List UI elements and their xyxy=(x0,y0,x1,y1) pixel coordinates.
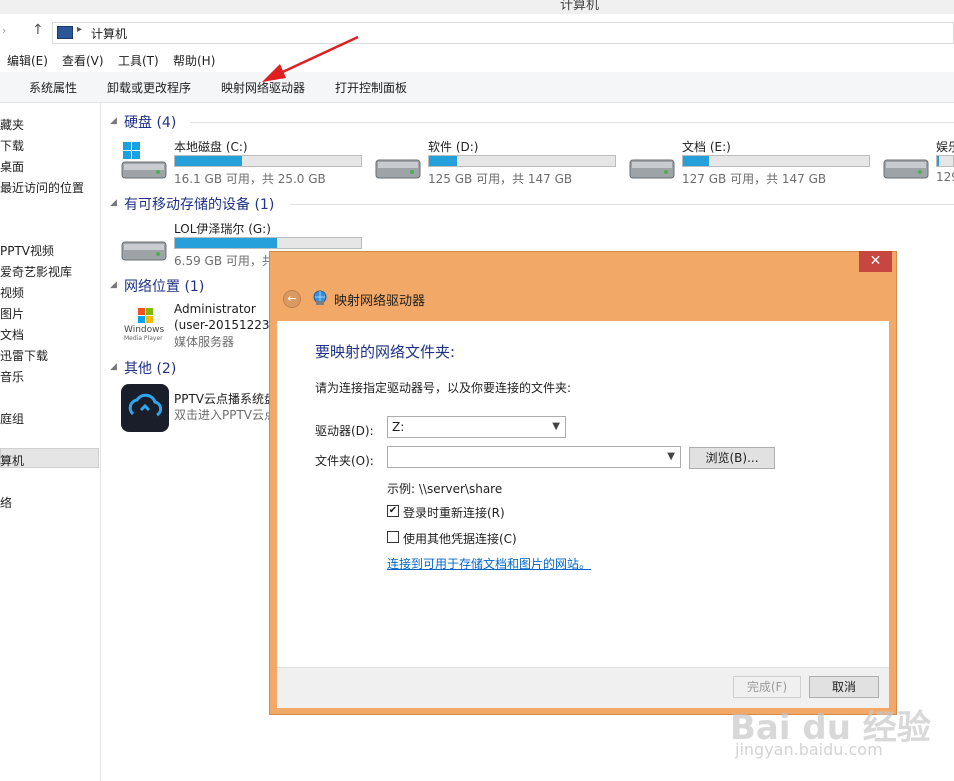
removable-free-space: 6.59 GB 可用，共 xyxy=(174,254,274,268)
folder-input[interactable]: ▼ xyxy=(387,446,681,468)
nav-recent-places[interactable]: 最近访问的位置 xyxy=(0,179,84,196)
group-header-other[interactable]: 其他 (2) xyxy=(124,358,176,378)
breadcrumb-chevron-icon[interactable]: ▸ xyxy=(77,24,82,35)
nav-videos[interactable]: 视频 xyxy=(0,284,24,301)
drive-f-name[interactable]: 娱乐 xyxy=(936,138,954,155)
drive-letter-select[interactable]: Z: ▼ xyxy=(387,416,566,438)
annotation-arrow-icon xyxy=(262,35,359,82)
nav-iqiyi-library[interactable]: 爱奇艺影视库 xyxy=(0,263,72,280)
group-divider xyxy=(190,122,954,123)
other-credentials-label[interactable]: 使用其他凭据连接(C) xyxy=(403,530,517,547)
drive-e-usage-bar xyxy=(682,155,870,167)
pptv-drive-name[interactable]: PPTV云点播系统盘 xyxy=(174,390,276,407)
window-titlebar: 计算机 xyxy=(0,0,954,14)
group-header-network[interactable]: 网络位置 (1) xyxy=(124,276,204,296)
browse-button[interactable]: 浏览(B)... xyxy=(689,447,775,469)
drive-e-free-space: 127 GB 可用，共 147 GB xyxy=(682,172,827,186)
forward-icon[interactable]: › xyxy=(2,24,6,37)
network-drive-icon xyxy=(312,290,328,306)
wmp-logo-text: Windows xyxy=(124,325,165,335)
back-arrow-icon[interactable]: ← xyxy=(283,290,301,308)
drive-c-name[interactable]: 本地磁盘 (C:) xyxy=(174,138,248,155)
removable-usage-bar xyxy=(174,237,362,249)
nav-pptv-video[interactable]: PPTV视频 xyxy=(0,242,54,259)
usb-drive-icon xyxy=(120,232,170,264)
address-bar[interactable]: ▸ 计算机 xyxy=(52,22,954,44)
pptv-cloud-icon xyxy=(121,384,169,432)
windows-media-player-icon: Windows Media Player xyxy=(124,306,168,342)
menu-help[interactable]: 帮助(H) xyxy=(173,52,215,69)
other-credentials-checkbox[interactable] xyxy=(387,531,399,543)
drive-d-name[interactable]: 软件 (D:) xyxy=(428,138,478,155)
chevron-down-icon: ▼ xyxy=(552,421,560,432)
cancel-button[interactable]: 取消 xyxy=(809,676,879,698)
group-collapse-icon[interactable]: ◢ xyxy=(110,116,117,126)
finish-button[interactable]: 完成(F) xyxy=(733,676,801,698)
uninstall-program-button[interactable]: 卸载或更改程序 xyxy=(107,79,191,96)
nav-downloads[interactable]: 下载 xyxy=(0,137,24,154)
nav-xunlei-downloads[interactable]: 迅雷下载 xyxy=(0,347,48,364)
nav-homegroup[interactable]: 庭组 xyxy=(0,410,24,427)
dialog-instruction: 请为连接指定驱动器号，以及你要连接的文件夹: xyxy=(315,381,572,395)
dialog-heading: 要映射的网络文件夹: xyxy=(315,343,456,361)
drive-letter-label: 驱动器(D): xyxy=(315,424,374,438)
folder-label: 文件夹(O): xyxy=(315,454,374,468)
nav-desktop[interactable]: 桌面 xyxy=(0,158,24,175)
breadcrumb-computer[interactable]: 计算机 xyxy=(91,25,127,42)
chevron-down-icon: ▼ xyxy=(667,451,675,462)
menu-bar: 编辑(E) 查看(V) 工具(T) 帮助(H) xyxy=(0,52,954,72)
command-bar: 系统属性 卸载或更改程序 映射网络驱动器 打开控制面板 xyxy=(0,72,954,103)
baidu-watermark-url: jingyan.baidu.com xyxy=(735,740,883,759)
wmp-logo-subtext: Media Player xyxy=(124,335,163,342)
drive-f-free-space: 129 xyxy=(936,170,954,184)
dialog-close-button[interactable]: ✕ xyxy=(859,251,892,272)
reconnect-checkbox[interactable]: ✔ xyxy=(387,505,399,517)
drive-c-usage-bar xyxy=(174,155,362,167)
drive-d-usage-bar xyxy=(428,155,616,167)
reconnect-label[interactable]: 登录时重新连接(R) xyxy=(403,504,505,521)
storage-website-link[interactable]: 连接到可用于存储文档和图片的网站。 xyxy=(387,555,591,572)
path-example: 示例: \\server\share xyxy=(387,482,503,496)
navigation-pane xyxy=(0,103,101,781)
network-device-type: 媒体服务器 xyxy=(174,335,235,349)
drive-c-free-space: 16.1 GB 可用，共 25.0 GB xyxy=(174,172,326,186)
nav-network[interactable]: 络 xyxy=(0,494,12,511)
drive-d-icon xyxy=(374,150,424,182)
nav-pictures[interactable]: 图片 xyxy=(0,305,24,322)
dialog-body xyxy=(277,321,889,667)
nav-favorites[interactable]: 藏夹 xyxy=(0,116,24,133)
menu-edit[interactable]: 编辑(E) xyxy=(7,52,48,69)
drive-d-free-space: 125 GB 可用，共 147 GB xyxy=(428,172,573,186)
up-arrow-icon[interactable]: ↑ xyxy=(32,22,44,38)
nav-music[interactable]: 音乐 xyxy=(0,368,24,385)
group-collapse-icon[interactable]: ◢ xyxy=(110,198,117,208)
removable-drive-name[interactable]: LOL伊泽瑞尔 (G:) xyxy=(174,220,271,237)
pptv-drive-desc: 双击进入PPTV云点 xyxy=(174,408,277,422)
computer-icon xyxy=(57,26,73,39)
window-title: 计算机 xyxy=(560,0,600,13)
group-header-drives[interactable]: 硬盘 (4) xyxy=(124,112,176,132)
group-collapse-icon[interactable]: ◢ xyxy=(110,280,117,290)
drive-e-name[interactable]: 文档 (E:) xyxy=(682,138,731,155)
group-header-removable[interactable]: 有可移动存储的设备 (1) xyxy=(124,194,274,214)
drive-e-icon xyxy=(628,150,678,182)
group-collapse-icon[interactable]: ◢ xyxy=(110,362,117,372)
network-device-host: (user-20151223r xyxy=(174,318,275,332)
system-properties-button[interactable]: 系统属性 xyxy=(29,79,77,96)
nav-computer[interactable]: 算机 xyxy=(0,452,24,469)
drive-f-usage-bar xyxy=(936,155,954,167)
network-device-name[interactable]: Administrator xyxy=(174,302,256,316)
drive-f-icon xyxy=(882,150,932,182)
drive-letter-value: Z: xyxy=(392,420,405,434)
nav-documents[interactable]: 文档 xyxy=(0,326,24,343)
menu-tools[interactable]: 工具(T) xyxy=(118,52,159,69)
group-divider xyxy=(290,204,954,205)
menu-view[interactable]: 查看(V) xyxy=(62,52,104,69)
dialog-title: 映射网络驱动器 xyxy=(334,294,426,309)
drive-c-icon xyxy=(120,140,168,182)
